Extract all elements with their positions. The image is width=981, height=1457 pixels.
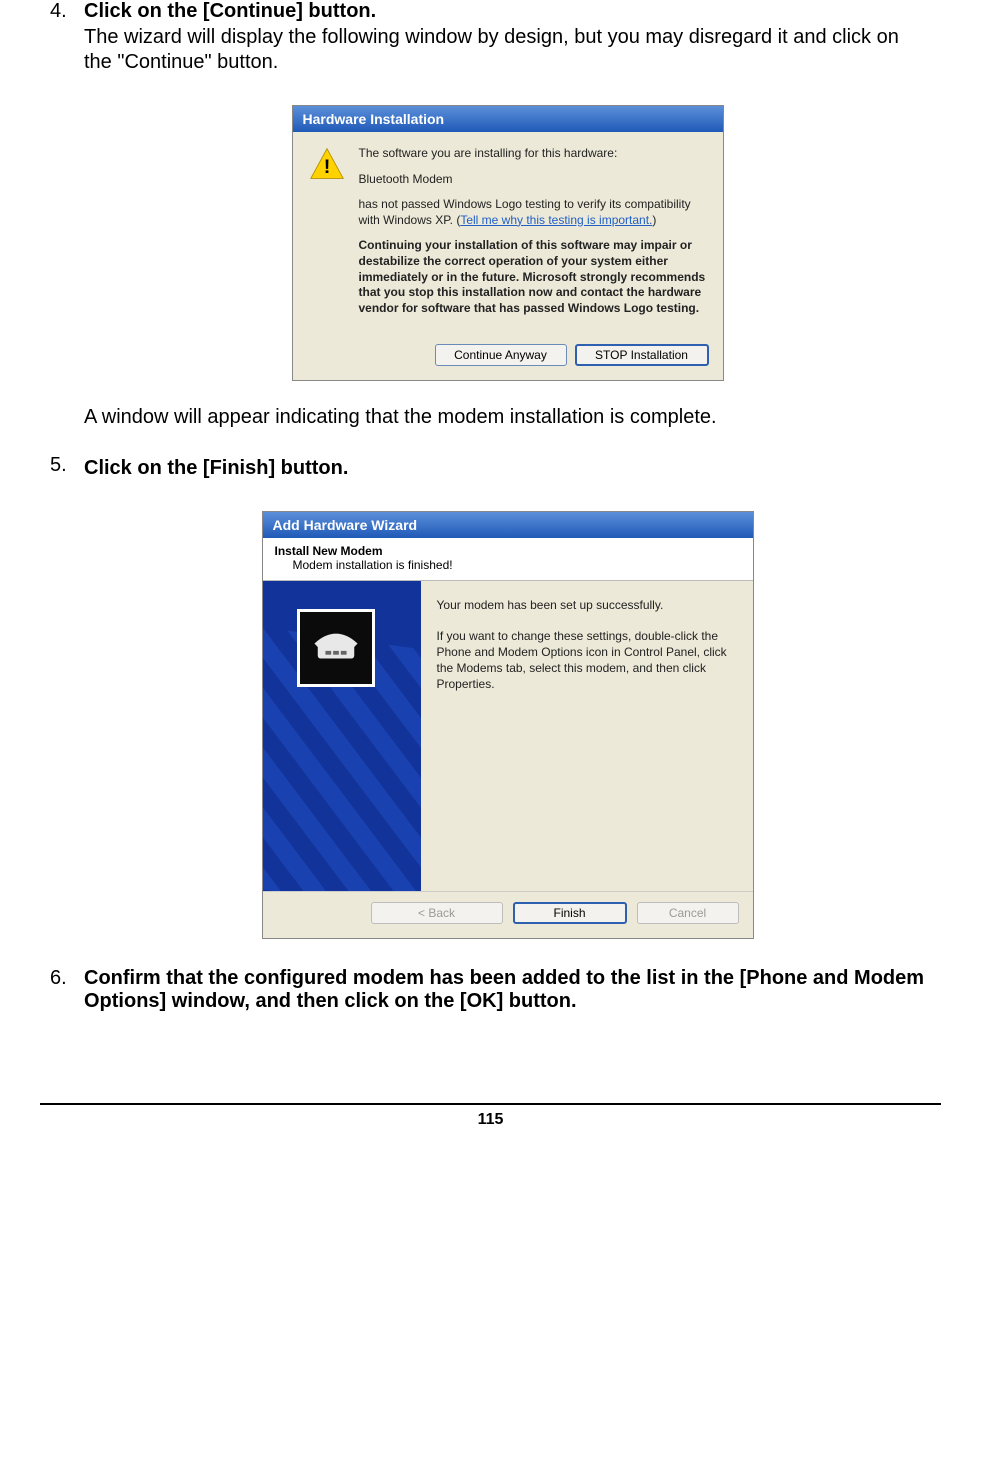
step-number: 6.	[50, 967, 84, 1013]
warning-icon: !	[309, 146, 345, 182]
dialog-title: Hardware Installation	[293, 106, 723, 132]
cancel-button: Cancel	[637, 902, 739, 924]
step-number: 4.	[50, 0, 84, 450]
device-name: Bluetooth Modem	[359, 172, 707, 188]
wizard-subtitle: Install New Modem	[275, 544, 741, 558]
wizard-text: Your modem has been set up successfully.	[437, 597, 737, 613]
step-title: Confirm that the configured modem has be…	[84, 967, 931, 1013]
add-hardware-wizard-dialog: Add Hardware Wizard Install New Modem Mo…	[262, 511, 754, 939]
finish-button[interactable]: Finish	[513, 902, 627, 924]
dialog-text: has not passed Windows Logo testing to v…	[359, 197, 707, 228]
stop-installation-button[interactable]: STOP Installation	[575, 344, 709, 366]
page-number: 115	[0, 1105, 981, 1149]
step-title: Click on the [Finish] button.	[84, 456, 931, 481]
step-title: Click on the [Continue] button.	[84, 0, 931, 23]
warning-text: Continuing your installation of this sof…	[359, 238, 707, 316]
back-button: < Back	[371, 902, 503, 924]
hardware-installation-dialog: Hardware Installation ! The software you…	[292, 105, 724, 381]
continue-anyway-button[interactable]: Continue Anyway	[435, 344, 567, 366]
step-after-text: A window will appear indicating that the…	[84, 405, 931, 430]
wizard-status: Modem installation is finished!	[275, 558, 741, 572]
step-number: 5.	[50, 454, 84, 961]
wizard-sidebar-graphic	[263, 581, 421, 891]
dialog-title: Add Hardware Wizard	[263, 512, 753, 538]
step-description: The wizard will display the following wi…	[84, 25, 931, 75]
dialog-text: The software you are installing for this…	[359, 146, 707, 162]
svg-text:!: !	[323, 156, 330, 178]
wizard-text: If you want to change these settings, do…	[437, 628, 737, 693]
phone-icon	[297, 609, 375, 687]
testing-info-link[interactable]: Tell me why this testing is important.	[460, 213, 652, 227]
